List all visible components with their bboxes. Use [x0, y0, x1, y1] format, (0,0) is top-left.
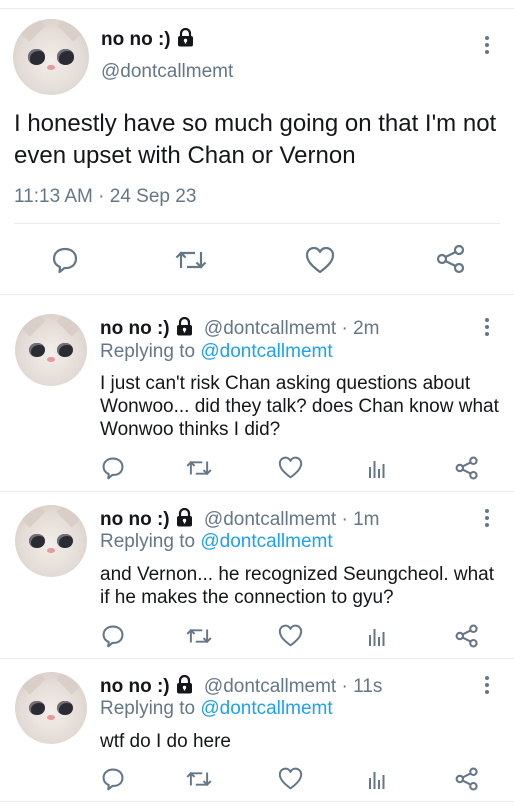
top-divider [0, 8, 514, 9]
divider [0, 801, 514, 802]
share-icon[interactable] [455, 767, 479, 791]
share-icon[interactable] [436, 244, 466, 274]
replying-to-link[interactable]: @dontcallmemt [200, 341, 332, 362]
action-bar [0, 244, 514, 274]
display-name[interactable]: no no :) [100, 318, 170, 339]
more-icon[interactable] [484, 36, 490, 57]
avatar[interactable] [15, 672, 87, 744]
reply-header: no no :) @dontcallmemt · 2m [100, 317, 379, 340]
tweet-age: · 1m [341, 509, 380, 530]
analytics-icon[interactable] [369, 458, 385, 478]
lock-icon [176, 508, 193, 527]
handle[interactable]: @dontcallmemt [204, 318, 336, 339]
replying-to: Replying to @dontcallmemt [100, 531, 333, 553]
replying-to-link[interactable]: @dontcallmemt [200, 698, 332, 719]
handle[interactable]: @dontcallmemt [101, 61, 233, 83]
like-icon[interactable] [278, 624, 303, 647]
share-icon[interactable] [455, 456, 479, 480]
display-name-row[interactable]: no no :) [101, 28, 194, 51]
divider [14, 223, 500, 224]
timestamp[interactable]: 11:13 AM · 24 Sep 23 [14, 186, 196, 208]
more-icon[interactable] [484, 509, 490, 530]
replying-to: Replying to @dontcallmemt [100, 341, 333, 363]
divider [0, 491, 514, 492]
divider [0, 294, 514, 295]
analytics-icon[interactable] [369, 626, 385, 646]
retweet-icon[interactable] [186, 458, 212, 478]
replying-to-link[interactable]: @dontcallmemt [200, 531, 332, 552]
action-bar [0, 767, 514, 793]
more-icon[interactable] [484, 318, 490, 339]
handle[interactable]: @dontcallmemt [204, 509, 336, 530]
share-icon[interactable] [455, 624, 479, 648]
reply-icon[interactable] [51, 246, 79, 274]
action-bar [0, 456, 514, 482]
avatar[interactable] [15, 314, 87, 386]
display-name[interactable]: no no :) [101, 29, 171, 50]
retweet-icon[interactable] [186, 769, 212, 789]
retweet-icon[interactable] [186, 626, 212, 646]
avatar[interactable] [13, 19, 89, 95]
reply-icon[interactable] [101, 767, 125, 791]
replying-to-label: Replying to [100, 341, 196, 362]
lock-icon [176, 675, 193, 694]
handle[interactable]: @dontcallmemt [204, 676, 336, 697]
tweet-text: I just can't risk Chan asking questions … [100, 373, 499, 440]
reply-icon[interactable] [101, 456, 125, 480]
retweet-icon[interactable] [175, 248, 207, 272]
avatar[interactable] [15, 505, 87, 577]
reply-header: no no :) @dontcallmemt · 1m [100, 508, 379, 531]
like-icon[interactable] [278, 456, 303, 479]
reply-header: no no :) @dontcallmemt · 11s [100, 675, 382, 698]
more-icon[interactable] [484, 676, 490, 697]
replying-to: Replying to @dontcallmemt [100, 698, 333, 720]
replying-to-label: Replying to [100, 698, 196, 719]
replying-to-label: Replying to [100, 531, 196, 552]
tweet-text: I honestly have so much going on that I'… [14, 110, 497, 169]
lock-icon [176, 317, 193, 336]
tweet-age: · 2m [341, 318, 380, 339]
action-bar [0, 624, 514, 650]
like-icon[interactable] [305, 246, 335, 274]
reply-icon[interactable] [101, 624, 125, 648]
tweet-text: and Vernon... he recognized Seungcheol. … [100, 564, 495, 608]
lock-icon [177, 28, 194, 47]
like-icon[interactable] [278, 767, 303, 790]
divider [0, 658, 514, 659]
analytics-icon[interactable] [369, 769, 385, 789]
tweet-text: wtf do I do here [100, 731, 231, 752]
tweet-age: · 11s [341, 676, 383, 697]
display-name[interactable]: no no :) [100, 509, 170, 530]
display-name[interactable]: no no :) [100, 676, 170, 697]
